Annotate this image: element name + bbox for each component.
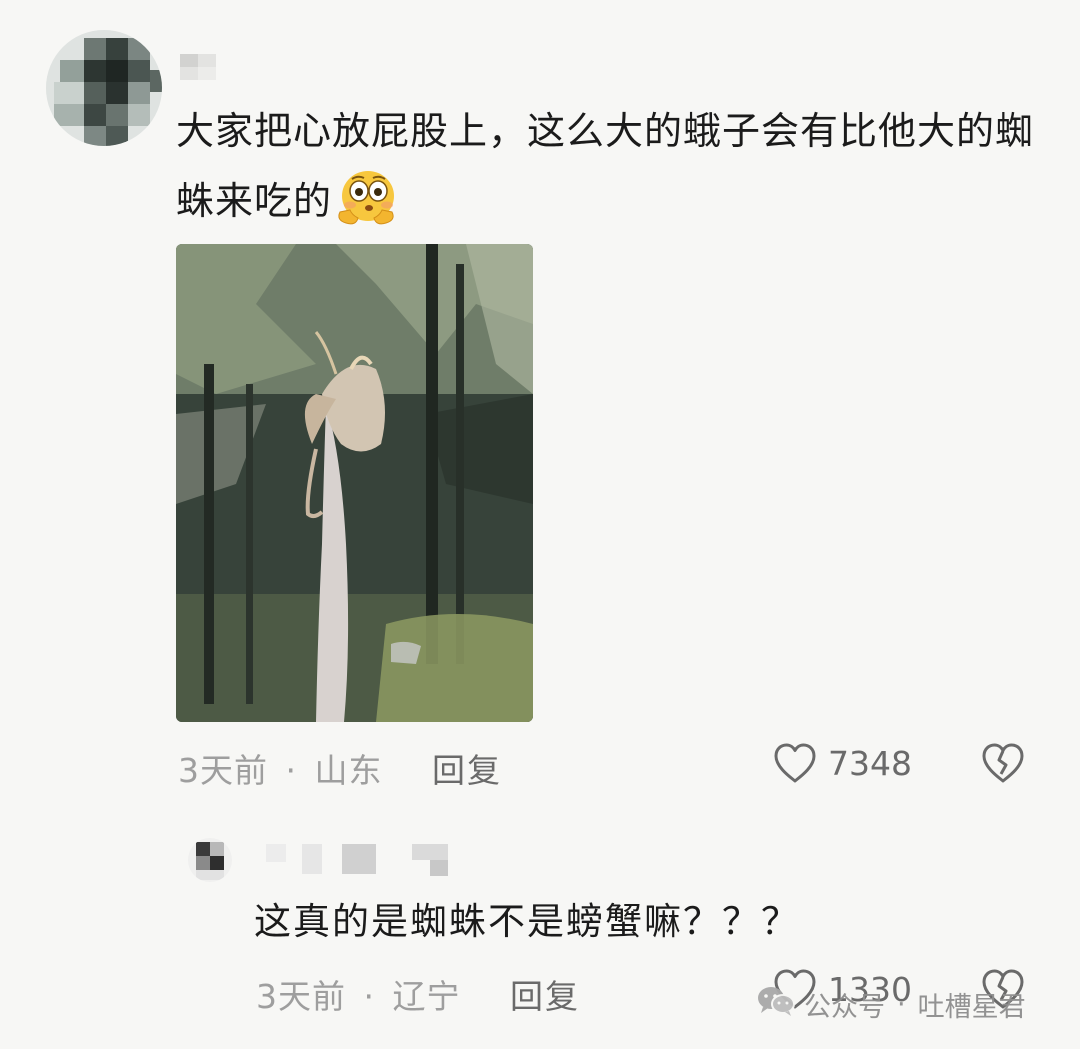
reply-time: 3天前 [256, 977, 346, 1016]
username-pixel [302, 844, 322, 874]
username-pixel [266, 844, 286, 862]
like-count: 7348 [828, 744, 912, 783]
avatar-pixel [196, 856, 210, 870]
comment-location: 山东 [314, 751, 383, 790]
flushed-emoji-icon [334, 168, 398, 228]
wechat-icon [756, 985, 796, 1024]
avatar-pixel [128, 82, 150, 104]
avatar-pixel [54, 104, 84, 126]
username-blurred[interactable] [180, 54, 216, 80]
like-heart-icon[interactable] [772, 742, 818, 784]
comment-text: 大家把心放屁股上，这么大的蛾子会有比他大的蜘蛛来吃的 [176, 96, 1046, 236]
username-pixel [342, 844, 376, 874]
reply-location: 辽宁 [392, 977, 461, 1016]
avatar-pixel [210, 856, 224, 870]
comment-time: 3天前 [178, 751, 268, 790]
avatar-pixel [128, 104, 150, 126]
avatar-pixel [106, 82, 128, 104]
avatar-pixel [84, 104, 106, 126]
avatar-pixel [106, 60, 128, 82]
avatar-pixel [106, 126, 128, 146]
avatar-pixel [150, 70, 162, 92]
avatar-pixel [84, 60, 106, 82]
comment-photo[interactable] [176, 244, 533, 722]
avatar-pixel [84, 82, 106, 104]
avatar-pixel [106, 38, 128, 60]
avatar-pixel [196, 870, 224, 880]
meta-separator: · [363, 977, 375, 1016]
reply-meta: 3天前 · 辽宁 [256, 970, 461, 1018]
reply-text: 这真的是蜘蛛不是螃蟹嘛？？？ [254, 900, 800, 943]
avatar-pixel [54, 82, 84, 104]
comment-body: 大家把心放屁股上，这么大的蛾子会有比他大的蜘蛛来吃的 [176, 109, 1035, 223]
avatar-pixel [84, 38, 106, 60]
watermark: 公众号 · 吐槽星君 [756, 985, 1026, 1024]
avatar-pixel [128, 38, 150, 60]
avatar-pixel [106, 104, 128, 126]
avatar-pixel [196, 842, 210, 856]
watermark-separator: · [897, 989, 906, 1020]
dislike-broken-heart-icon[interactable] [980, 742, 1026, 784]
avatar-pixel [60, 60, 84, 82]
reply-reply-button[interactable]: 回复 [510, 970, 580, 1018]
watermark-source: 公众号 [804, 992, 885, 1023]
meta-separator: · [285, 751, 297, 790]
watermark-account: 吐槽星君 [917, 992, 1026, 1023]
avatar-pixel [84, 126, 106, 146]
username-pixel [180, 54, 198, 67]
avatar-pixel [210, 842, 224, 856]
username-pixel [198, 67, 216, 80]
avatar[interactable] [46, 30, 162, 146]
reply-button[interactable]: 回复 [432, 744, 502, 792]
avatar-pixel [128, 60, 150, 82]
username-pixel [430, 860, 448, 876]
username-pixel [412, 844, 448, 860]
reply-avatar[interactable] [188, 838, 232, 882]
comment-meta: 3天前 · 山东 [178, 744, 383, 792]
reply-username-blurred[interactable] [256, 842, 452, 876]
